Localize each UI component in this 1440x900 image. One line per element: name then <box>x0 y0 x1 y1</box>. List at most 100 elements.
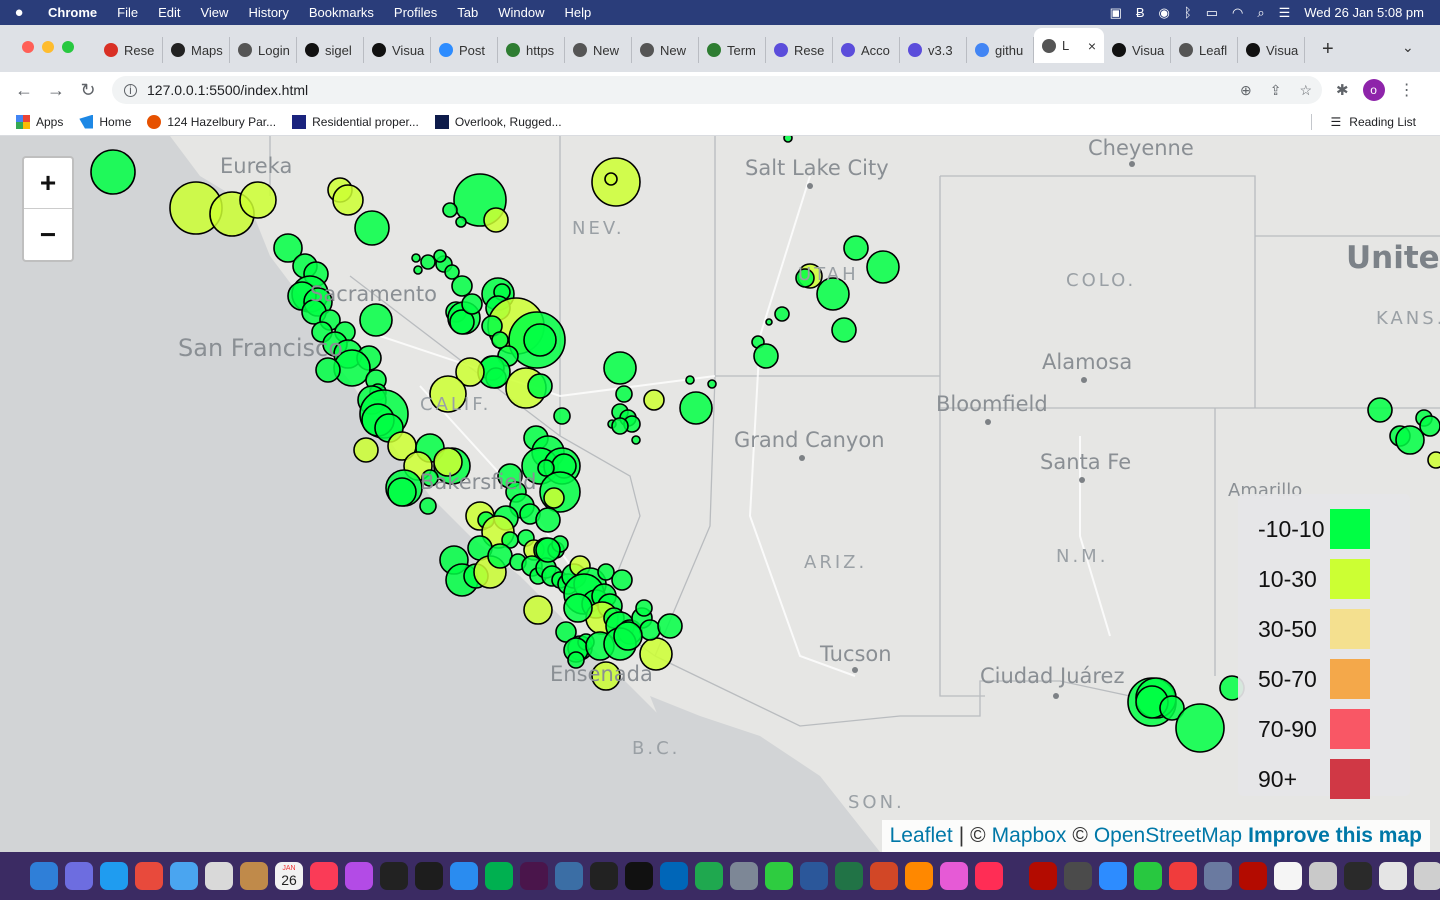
calendar-icon[interactable]: JAN 26 <box>275 862 303 890</box>
photos-icon[interactable] <box>940 862 968 890</box>
podcasts-icon[interactable] <box>345 862 373 890</box>
back-button[interactable]: ← <box>8 80 40 101</box>
browser-tab[interactable]: Maps <box>163 37 230 63</box>
site-info-icon[interactable]: i <box>124 83 137 97</box>
github-desktop-icon[interactable] <box>590 862 618 890</box>
screenshot-icon[interactable] <box>1344 862 1372 890</box>
earthquake-marker[interactable] <box>483 207 509 233</box>
earthquake-marker[interactable] <box>523 323 557 357</box>
facetime-icon[interactable] <box>1134 862 1162 890</box>
earthquake-marker[interactable] <box>635 599 653 617</box>
leaflet-map[interactable]: Eureka Sacramento San Francisco NEV. Sal… <box>0 136 1440 852</box>
improve-map-link[interactable]: Improve this map <box>1248 824 1422 848</box>
b-status-icon[interactable]: Ƀ <box>1136 5 1145 20</box>
earthquake-marker[interactable] <box>419 497 437 515</box>
earthquake-marker[interactable] <box>615 385 633 403</box>
earthquake-marker[interactable] <box>353 437 379 463</box>
earthquake-marker[interactable] <box>527 373 553 399</box>
earthquake-marker[interactable] <box>1395 425 1425 455</box>
new-tab-button[interactable]: + <box>1322 38 1334 61</box>
green-ring-app-icon[interactable] <box>485 862 513 890</box>
bookmark-hazelbury[interactable]: 124 Hazelbury Par... <box>147 114 276 129</box>
browser-tab[interactable]: L × <box>1034 28 1104 63</box>
earthquake-marker[interactable] <box>535 537 561 563</box>
browser-menu-icon[interactable]: ⋮ <box>1399 80 1415 100</box>
earthquake-marker[interactable] <box>631 435 641 445</box>
menu-window[interactable]: Window <box>488 5 554 20</box>
finder-icon[interactable] <box>30 862 58 890</box>
leaflet-link[interactable]: Leaflet <box>890 824 953 848</box>
forward-button[interactable]: → <box>40 80 72 101</box>
acrobat-doc-icon[interactable] <box>1239 862 1267 890</box>
acrobat-icon[interactable] <box>1029 862 1057 890</box>
menu-clock[interactable]: Wed 26 Jan 5:08 pm <box>1304 5 1424 20</box>
earthquake-marker[interactable] <box>843 235 869 261</box>
earthquake-marker[interactable] <box>753 343 779 369</box>
reload-button[interactable]: ↻ <box>72 80 104 101</box>
browser-tab[interactable]: Rese <box>766 37 833 63</box>
browser-tab[interactable]: Term <box>699 37 766 63</box>
earthquake-marker[interactable] <box>1175 703 1225 753</box>
earthquake-marker[interactable] <box>866 250 900 284</box>
earthquake-marker[interactable] <box>535 507 561 533</box>
maximize-window-button[interactable] <box>62 41 74 53</box>
earthquake-marker[interactable] <box>90 149 136 195</box>
earthquake-marker[interactable] <box>553 407 571 425</box>
creative-cloud-icon[interactable]: ◉ <box>1159 5 1170 21</box>
earthquake-marker[interactable] <box>359 303 393 337</box>
earthquake-marker[interactable] <box>523 595 553 625</box>
zoom-out-button[interactable]: − <box>24 209 72 260</box>
quicktime-icon[interactable] <box>415 862 443 890</box>
earthquake-marker[interactable] <box>451 275 473 297</box>
vscode-icon[interactable] <box>660 862 688 890</box>
earthquake-marker[interactable] <box>603 351 637 385</box>
folder-icon[interactable] <box>1379 862 1407 890</box>
earthquake-marker[interactable] <box>643 389 665 411</box>
music-icon[interactable] <box>310 862 338 890</box>
earthquake-marker[interactable] <box>387 477 417 507</box>
zoom-status-icon[interactable]: ▣ <box>1110 5 1122 21</box>
browser-tab[interactable]: https <box>498 37 565 63</box>
earthquake-marker[interactable] <box>1419 415 1440 437</box>
menu-bookmarks[interactable]: Bookmarks <box>299 5 384 20</box>
browser-tab[interactable]: Login <box>230 37 297 63</box>
earthquake-marker[interactable] <box>707 379 717 389</box>
trash-icon[interactable] <box>1414 862 1440 890</box>
wifi-icon[interactable]: ◠ <box>1232 5 1243 21</box>
close-tab-icon[interactable]: × <box>1088 38 1096 54</box>
system-preferences-icon[interactable] <box>730 862 758 890</box>
preview-icon[interactable] <box>1309 862 1337 890</box>
chrome-icon[interactable] <box>135 862 163 890</box>
control-center-icon[interactable]: ☰ <box>1279 5 1291 21</box>
earthquake-marker[interactable] <box>639 619 661 641</box>
bookmark-star-icon[interactable]: ☆ <box>1299 82 1312 99</box>
earthquake-marker[interactable] <box>831 317 857 343</box>
extensions-icon[interactable]: ✱ <box>1336 81 1349 99</box>
browser-tab[interactable]: Post <box>431 37 498 63</box>
earthquake-marker[interactable] <box>354 210 390 246</box>
menu-file[interactable]: File <box>107 5 148 20</box>
battery-icon[interactable]: ▭ <box>1206 5 1218 21</box>
browser-tab[interactable]: Leafl <box>1171 37 1238 63</box>
github-icon[interactable] <box>1064 862 1092 890</box>
news-icon[interactable] <box>975 862 1003 890</box>
terminal-icon[interactable] <box>625 862 653 890</box>
zoom-in-button[interactable]: + <box>24 158 72 209</box>
browser-tab[interactable]: New <box>632 37 699 63</box>
earthquake-marker[interactable] <box>433 249 447 263</box>
earthquake-marker[interactable] <box>442 202 458 218</box>
vlc-icon[interactable] <box>905 862 933 890</box>
browser-tab[interactable]: v3.3 <box>900 37 967 63</box>
search-icon[interactable]: ⌕ <box>1257 5 1264 21</box>
tab-search-chevron-icon[interactable]: ⌄ <box>1402 39 1414 56</box>
browser-tab[interactable]: Rese <box>96 37 163 63</box>
powerpoint-icon[interactable] <box>870 862 898 890</box>
earthquake-marker[interactable] <box>332 184 364 216</box>
earthquake-marker[interactable] <box>657 613 683 639</box>
excel-icon[interactable] <box>835 862 863 890</box>
earthquake-marker[interactable] <box>413 265 423 275</box>
messages-icon[interactable] <box>765 862 793 890</box>
mail-icon[interactable] <box>170 862 198 890</box>
document-icon[interactable] <box>1274 862 1302 890</box>
earthquake-marker[interactable] <box>420 254 436 270</box>
